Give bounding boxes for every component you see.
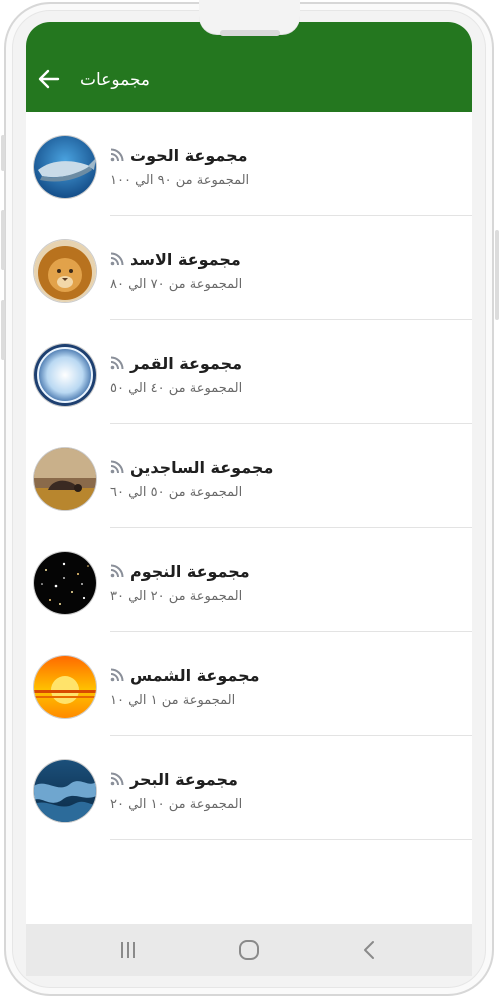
group-avatar-stars (34, 552, 96, 614)
phone-speaker (220, 30, 280, 36)
group-title-text: مجموعة الشمس (130, 666, 260, 685)
group-title: مجموعة القمر (110, 352, 310, 376)
home-button[interactable] (237, 938, 261, 962)
rss-feed-icon (110, 457, 124, 481)
phone-side-button (1, 135, 5, 171)
group-list-item[interactable]: مجموعة القمر المجموعة من ٤٠ الي ٥٠ (26, 320, 472, 424)
app-screen: مجموعات مجموعة الحوت المجموعة من ٩٠ الي … (26, 22, 472, 924)
group-title-text: مجموعة الساجدين (130, 458, 274, 477)
rss-feed-icon (110, 561, 124, 585)
system-navigation-bar (26, 924, 472, 976)
group-subtitle: المجموعة من ٩٠ الي ١٠٠ (110, 173, 250, 188)
group-subtitle: المجموعة من ١ الي ١٠ (110, 693, 236, 708)
group-title-text: مجموعة الاسد (130, 250, 241, 269)
group-title: مجموعة الاسد (110, 248, 310, 272)
phone-side-button (495, 230, 499, 320)
group-title-text: مجموعة الحوت (130, 146, 248, 165)
group-avatar-lion (34, 240, 96, 302)
chevron-left-icon (364, 941, 374, 959)
group-list-item[interactable]: مجموعة الحوت المجموعة من ٩٠ الي ١٠٠ (26, 112, 472, 216)
home-circle-icon (239, 940, 259, 960)
group-title: مجموعة النجوم (110, 560, 310, 584)
group-list-item[interactable]: مجموعة الشمس المجموعة من ١ الي ١٠ (26, 632, 472, 736)
group-title-text: مجموعة البحر (130, 770, 238, 789)
group-avatar-sea (34, 760, 96, 822)
back-button[interactable] (36, 66, 62, 92)
group-title: مجموعة البحر (110, 768, 310, 792)
group-list-item[interactable]: مجموعة النجوم المجموعة من ٢٠ الي ٣٠ (26, 528, 472, 632)
group-subtitle: المجموعة من ٢٠ الي ٣٠ (110, 589, 243, 604)
phone-side-button (1, 300, 5, 360)
group-title: مجموعة الساجدين (110, 456, 310, 480)
phone-side-button (1, 210, 5, 270)
group-avatar-whale (34, 136, 96, 198)
group-subtitle: المجموعة من ٧٠ الي ٨٠ (110, 277, 243, 292)
rss-feed-icon (110, 145, 124, 169)
phone-notch (199, 0, 300, 34)
group-subtitle: المجموعة من ٥٠ الي ٦٠ (110, 485, 243, 500)
group-avatar-prostrating (34, 448, 96, 510)
group-list-item[interactable]: مجموعة الساجدين المجموعة من ٥٠ الي ٦٠ (26, 424, 472, 528)
row-divider (110, 839, 472, 840)
group-list-item[interactable]: مجموعة البحر المجموعة من ١٠ الي ٢٠ (26, 736, 472, 840)
page-title: مجموعات (80, 70, 151, 90)
group-subtitle: المجموعة من ٤٠ الي ٥٠ (110, 381, 243, 396)
arrow-back-icon (38, 69, 60, 89)
rss-feed-icon (110, 249, 124, 273)
group-title: مجموعة الشمس (110, 664, 310, 688)
group-title: مجموعة الحوت (110, 144, 310, 168)
rss-feed-icon (110, 353, 124, 377)
rss-feed-icon (110, 769, 124, 793)
nav-back-button[interactable] (358, 938, 382, 962)
group-list-item[interactable]: مجموعة الاسد المجموعة من ٧٠ الي ٨٠ (26, 216, 472, 320)
group-title-text: مجموعة القمر (130, 354, 243, 373)
group-avatar-sunset (34, 656, 96, 718)
group-subtitle: المجموعة من ١٠ الي ٢٠ (110, 797, 243, 812)
recents-icon (121, 942, 135, 958)
rss-feed-icon (110, 665, 124, 689)
recents-button[interactable] (116, 938, 140, 962)
group-avatar-moon (34, 344, 96, 406)
group-title-text: مجموعة النجوم (130, 562, 250, 581)
